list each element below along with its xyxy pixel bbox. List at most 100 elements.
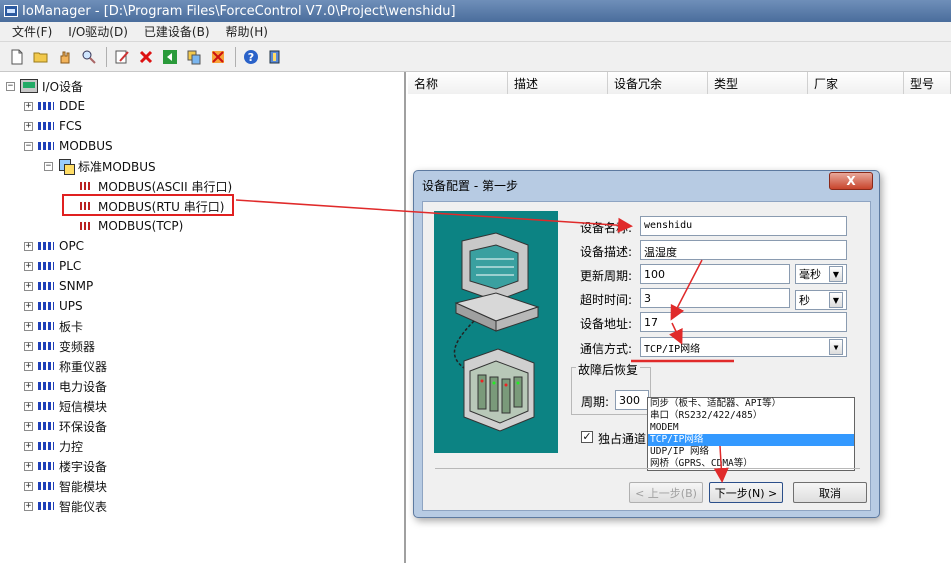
tree-item-standard-modbus[interactable]: − 标准MODBUS [44, 156, 156, 176]
expand-icon[interactable]: + [24, 501, 33, 511]
collapse-icon[interactable]: − [6, 81, 15, 91]
close-button[interactable]: X [829, 172, 873, 190]
device-name-input[interactable]: wenshidu [640, 216, 847, 236]
expand-icon[interactable]: + [24, 121, 33, 131]
tree-item-likong[interactable]: + 力控 [24, 436, 83, 456]
tree-item-fcs[interactable]: + FCS [24, 116, 82, 136]
expand-icon[interactable]: + [24, 481, 33, 491]
tree-item-smart-module[interactable]: + 智能模块 [24, 476, 107, 496]
device-icon [38, 462, 54, 470]
comm-option-serial[interactable]: 串口（RS232/422/485） [648, 410, 854, 422]
comm-label: 通信方式: [580, 342, 633, 356]
exclusive-channel-checkbox[interactable]: ✓ [581, 431, 593, 443]
tree-item-power[interactable]: + 电力设备 [24, 376, 107, 396]
expand-icon[interactable]: + [24, 361, 33, 371]
update-period-label: 更新周期: [580, 269, 633, 283]
tree-item-snmp[interactable]: + SNMP [24, 276, 93, 296]
tree-item-plc[interactable]: + PLC [24, 256, 81, 276]
next-button[interactable]: 下一步(N) > [709, 482, 783, 503]
collapse-icon[interactable]: − [24, 141, 33, 151]
edit-icon[interactable] [111, 46, 133, 68]
delete-all-icon[interactable] [207, 46, 229, 68]
col-header-type[interactable]: 类型 [708, 72, 808, 94]
tree-item-modbus-tcp[interactable]: MODBUS(TCP) [80, 216, 183, 236]
collapse-icon[interactable]: − [44, 161, 53, 171]
device-icon [38, 262, 54, 270]
expand-icon[interactable]: + [24, 441, 33, 451]
prev-button[interactable]: < 上一步(B) [629, 482, 703, 503]
tree-item-modbus[interactable]: − MODBUS [24, 136, 113, 156]
expand-icon[interactable]: + [24, 401, 33, 411]
expand-icon[interactable]: + [24, 461, 33, 471]
menu-built-devices[interactable]: 已建设备(B) [136, 23, 218, 40]
tree-item-building[interactable]: + 楼宇设备 [24, 456, 107, 476]
device-icon [38, 482, 54, 490]
update-period-input[interactable]: 100 [640, 264, 790, 284]
delete-icon[interactable] [135, 46, 157, 68]
open-folder-icon[interactable] [30, 46, 52, 68]
expand-icon[interactable]: + [24, 261, 33, 271]
device-icon [38, 422, 54, 430]
chevron-down-icon[interactable]: ▼ [829, 339, 843, 355]
help-icon[interactable]: ? [240, 46, 262, 68]
green-arrow-icon[interactable] [159, 46, 181, 68]
col-header-vendor[interactable]: 厂家 [808, 72, 904, 94]
tree-item-weighing[interactable]: + 称重仪器 [24, 356, 107, 376]
update-unit-select[interactable]: 毫秒 ▼ [795, 264, 847, 284]
tree-item-board[interactable]: + 板卡 [24, 316, 83, 336]
expand-icon[interactable]: + [24, 281, 33, 291]
device-icon [38, 242, 54, 250]
expand-icon[interactable]: + [24, 321, 33, 331]
comm-option-modem[interactable]: MODEM [648, 422, 854, 434]
svg-text:?: ? [248, 51, 254, 64]
timeout-unit-value: 秒 [799, 294, 810, 307]
timeout-input[interactable]: 3 [640, 288, 790, 308]
col-header-description[interactable]: 描述 [508, 72, 608, 94]
expand-icon[interactable]: + [24, 421, 33, 431]
device-icon [38, 502, 54, 510]
menu-file[interactable]: 文件(F) [4, 23, 60, 40]
col-header-redundancy[interactable]: 设备冗余 [608, 72, 708, 94]
comm-option-udp[interactable]: UDP/IP 网络 [648, 446, 854, 458]
chevron-down-icon[interactable]: ▼ [829, 266, 843, 282]
info-icon[interactable] [264, 46, 286, 68]
menu-io-driver[interactable]: I/O驱动(D) [60, 23, 136, 40]
device-icon [38, 122, 54, 130]
tree-item-root[interactable]: − I/O设备 [6, 76, 83, 96]
expand-icon[interactable]: + [24, 341, 33, 351]
cancel-button[interactable]: 取消 [793, 482, 867, 503]
tree-item-smart-meter[interactable]: + 智能仪表 [24, 496, 107, 516]
tree-item-opc[interactable]: + OPC [24, 236, 84, 256]
search-icon[interactable] [78, 46, 100, 68]
title-bar: IoManager - [D:\Program Files\ForceContr… [0, 0, 951, 22]
device-desc-input[interactable]: 温湿度 [640, 240, 847, 260]
device-icon [38, 442, 54, 450]
tree-item-sms[interactable]: + 短信模块 [24, 396, 107, 416]
tree-item-modbus-ascii[interactable]: MODBUS(ASCII 串行口) [80, 176, 232, 196]
expand-icon[interactable]: + [24, 301, 33, 311]
new-file-icon[interactable] [6, 46, 28, 68]
tree-item-ups[interactable]: + UPS [24, 296, 83, 316]
address-input[interactable]: 17 [640, 312, 847, 332]
tree-item-dde[interactable]: + DDE [24, 96, 85, 116]
tree-item-environment[interactable]: + 环保设备 [24, 416, 107, 436]
comm-value: TCP/IP网络 [644, 343, 701, 355]
tree-item-inverter[interactable]: + 变频器 [24, 336, 95, 356]
copy-icon[interactable] [183, 46, 205, 68]
col-header-name[interactable]: 名称 [408, 72, 508, 94]
col-header-model[interactable]: 型号 [904, 72, 951, 94]
comm-option-tcp[interactable]: TCP/IP网络 [648, 434, 854, 446]
comm-option-sync[interactable]: 同步（板卡、适配器、API等） [648, 398, 854, 410]
device-config-dialog: 设备配置 - 第一步 X 设备名称: wenshidu 设备描述: 温湿度 更新… [413, 170, 880, 518]
device-desc-label: 设备描述: [580, 245, 633, 259]
menu-help[interactable]: 帮助(H) [218, 23, 276, 40]
timeout-unit-select[interactable]: 秒 ▼ [795, 290, 847, 310]
expand-icon[interactable]: + [24, 101, 33, 111]
comm-select[interactable]: TCP/IP网络 ▼ [640, 337, 847, 357]
period-input[interactable]: 300 [615, 390, 649, 410]
chevron-down-icon[interactable]: ▼ [829, 292, 843, 308]
device-icon [38, 142, 54, 150]
expand-icon[interactable]: + [24, 241, 33, 251]
expand-icon[interactable]: + [24, 381, 33, 391]
hand-icon[interactable] [54, 46, 76, 68]
